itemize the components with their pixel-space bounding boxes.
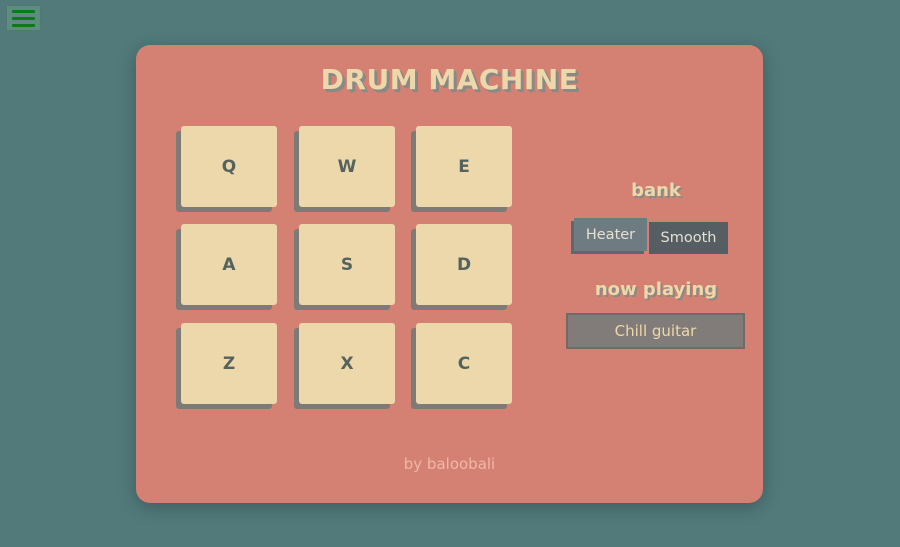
drum-pad-q[interactable]: Q — [181, 126, 277, 207]
drum-pad-a[interactable]: A — [181, 224, 277, 305]
drum-pad-s[interactable]: S — [299, 224, 395, 305]
drum-pad-e[interactable]: E — [416, 126, 512, 207]
footer-credit: by baloobali — [403, 455, 496, 473]
bank-option-heater[interactable]: Heater — [574, 218, 647, 251]
drum-pad-c[interactable]: C — [416, 323, 512, 404]
page-title: DRUM MACHINE — [320, 63, 579, 96]
menu-button[interactable] — [6, 5, 41, 31]
drum-machine-panel: DRUM MACHINE Q W E A S D Z X C bank Heat… — [136, 45, 763, 503]
hamburger-icon — [12, 9, 35, 13]
bank-label: bank — [631, 180, 681, 201]
drum-pad-d[interactable]: D — [416, 224, 512, 305]
now-playing-display: Chill guitar — [566, 313, 745, 349]
drum-pad-w[interactable]: W — [299, 126, 395, 207]
drum-pad-z[interactable]: Z — [181, 323, 277, 404]
bank-toggle[interactable]: Heater Smooth — [569, 218, 729, 257]
bank-option-smooth[interactable]: Smooth — [649, 222, 728, 254]
drum-pad-x[interactable]: X — [299, 323, 395, 404]
now-playing-label: now playing — [594, 279, 718, 300]
